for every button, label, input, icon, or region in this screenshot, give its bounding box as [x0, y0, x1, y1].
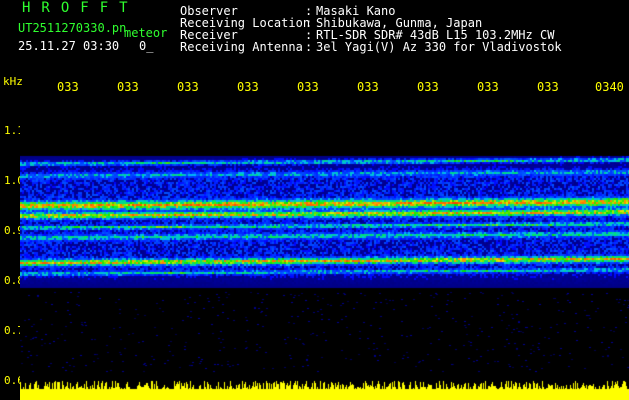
x-tick: 033	[537, 80, 559, 94]
spectrogram	[20, 97, 629, 400]
antenna-colon: :	[305, 40, 313, 54]
antenna-label: Receiving Antenna	[180, 40, 303, 54]
datetime: 25.11.27 03:30	[18, 39, 120, 53]
filename: UT2511270330.pn	[18, 21, 127, 35]
antenna-value: 3el Yagi(V) Az 330 for Vladivostok	[316, 40, 562, 54]
x-tick: 033	[477, 80, 499, 94]
meteor-label: meteor	[124, 26, 168, 40]
x-tick: 033	[117, 80, 139, 94]
x-tick: 033	[57, 80, 79, 94]
y-axis-unit: kHz	[3, 75, 23, 88]
x-tick: 0340	[595, 80, 624, 94]
x-tick: 033	[357, 80, 379, 94]
x-tick: 033	[177, 80, 199, 94]
meteor-count: 0_	[139, 39, 154, 53]
x-tick: 033	[237, 80, 259, 94]
x-tick: 033	[417, 80, 439, 94]
x-tick: 033	[297, 80, 319, 94]
program-title: HROFFT	[22, 0, 139, 16]
